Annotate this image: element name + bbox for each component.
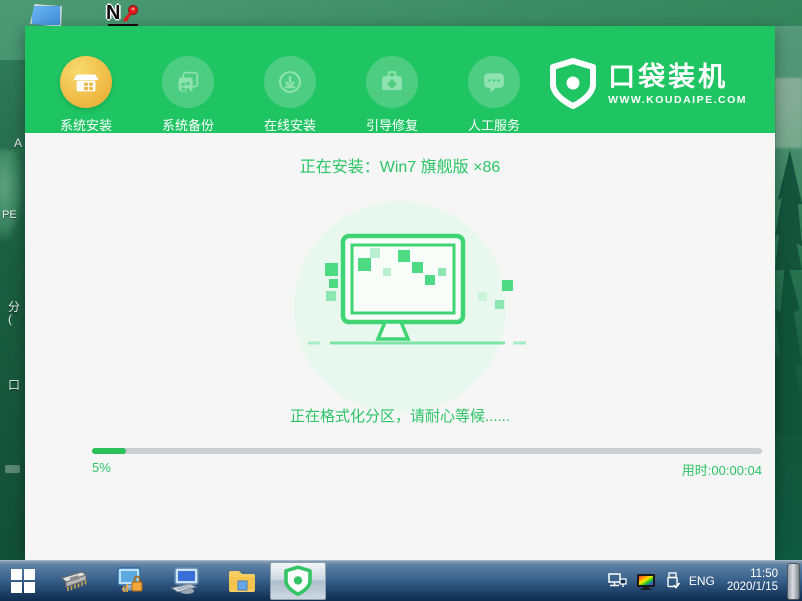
language-indicator[interactable]: ENG [689,574,715,588]
desktop-label-fragment[interactable]: PE [2,209,17,221]
taskbar-app-computer[interactable] [158,561,214,601]
taskbar-app-ram[interactable] [46,561,102,601]
brand-site: WWW.KOUDAIPE.COM [608,93,747,106]
network-icon[interactable] [608,573,627,589]
clock-date: 2020/1/15 [726,581,778,593]
shield-logo-icon [550,58,597,109]
desktop-shortcut-display-icon[interactable] [30,4,62,27]
backup-icon [162,56,214,108]
desktop-label-fragment[interactable]: A [14,136,22,150]
nav-label: 在线安装 [263,118,316,133]
taskbar-app-remote[interactable]: d [102,561,158,601]
taskbar-app-koudai-active[interactable] [270,562,326,600]
nav-item-online-install[interactable]: 在线安装 [254,56,326,134]
usb-eject-icon[interactable] [665,572,680,590]
progress-bar [92,448,762,454]
progress-fill [92,448,126,454]
desktop-label-smudge [5,465,20,473]
nav-tabs: 系统安装 系统备份 在线安装 引导修复 人工服务 [50,56,530,134]
monitor-lock-icon: d [117,567,143,595]
desktop-branch-decor [0,150,22,240]
elapsed-time-label: 用时:00:00:04 [681,463,762,478]
taskbar-clock[interactable]: 11:50 2020/1/15 [727,568,778,594]
window-content: 正在安装：Win7 旗舰版 ×86 正在格式化分区，请耐心等候...... 5%… [25,133,775,581]
desktop-label-fragment[interactable]: ( [8,312,12,326]
system-tray: ENG 11:50 2020/1/15 [608,561,802,601]
nav-label: 系统安装 [59,118,112,133]
repair-toolbox-icon [366,56,418,108]
install-box-icon [60,56,112,108]
monitor-illustration-icon [308,233,526,345]
desktop-shortcut-n-key[interactable]: N [106,2,142,28]
nav-label: 引导修复 [365,118,418,133]
display-color-icon[interactable] [636,573,656,590]
nav-label: 系统备份 [161,118,214,133]
desktop-sage-patch [775,78,802,148]
windows-logo-icon [11,569,35,593]
nav-item-system-backup[interactable]: 系统备份 [152,56,224,134]
taskbar-app-explorer[interactable] [214,561,270,601]
desktop-label-fragment[interactable]: 口 [8,376,20,393]
nav-item-system-install[interactable]: 系统安装 [50,56,122,134]
computer-keyboard-icon [170,567,199,594]
brand-name: 口袋装机 [608,61,729,92]
taskbar: d ENG 11:50 2020/1/15 [0,560,802,601]
window-header: 系统安装 系统备份 在线安装 引导修复 人工服务 口袋装机 WWW.KOUDAI… [25,26,775,133]
nav-item-human-service[interactable]: 人工服务 [458,56,530,134]
show-desktop-button[interactable] [787,563,800,600]
red-key-icon [122,5,138,22]
download-icon [264,56,316,108]
shortcut-letter: N [106,2,121,24]
clock-time: 11:50 [750,568,778,580]
folder-icon [229,571,255,592]
svg-text:d: d [122,583,129,595]
start-button[interactable] [0,561,46,601]
koudai-shield-icon [284,565,312,596]
memory-chip-icon [61,571,88,591]
nav-item-boot-repair[interactable]: 引导修复 [356,56,428,134]
installing-title: 正在安装：Win7 旗舰版 ×86 [299,159,501,176]
brand-logo: 口袋装机 WWW.KOUDAIPE.COM [548,58,747,110]
chat-bubble-icon [468,56,520,108]
koudai-installer-window: 口袋装机 V 3.1.532.254 URID:A5C84DD9A1655055… [25,26,775,581]
status-text: 正在格式化分区，请耐心等候...... [289,408,510,425]
progress-percent-label: 5% [92,460,111,475]
nav-label: 人工服务 [467,118,520,133]
